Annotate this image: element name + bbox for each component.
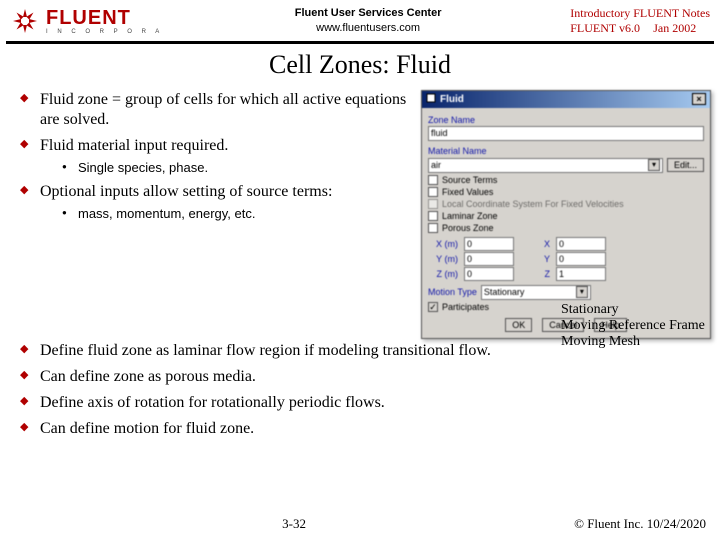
material-value: air	[431, 160, 441, 170]
fluent-logo: FLUENT I N C O R P O R A T E D	[10, 6, 166, 36]
logo-brand-text: FLUENT	[46, 7, 131, 29]
dialog-titlebar[interactable]: Fluid ×	[422, 91, 710, 108]
dialog-title-text: Fluid	[440, 94, 464, 105]
fluent-logo-mark	[10, 6, 40, 36]
zr-input[interactable]	[556, 267, 606, 281]
origin-axis-grid: X (m) X Y (m) Y Z (m) Z	[428, 237, 704, 281]
chevron-down-icon: ▾	[576, 286, 588, 298]
porous-zone-checkbox[interactable]: Porous Zone	[428, 223, 704, 233]
bullet-4: Define fluid zone as laminar flow region…	[10, 341, 710, 361]
local-coord-label: Local Coordinate System For Fixed Veloci…	[442, 199, 624, 209]
motion-type-label: Motion Type	[428, 287, 477, 297]
ok-button[interactable]: OK	[505, 318, 532, 332]
header-right: Introductory FLUENT Notes FLUENT v6.0 Ja…	[570, 6, 710, 36]
yr-input[interactable]	[556, 252, 606, 266]
xr-label: X	[520, 239, 550, 249]
header-right-line1: Introductory FLUENT Notes	[570, 6, 710, 21]
laminar-zone-checkbox[interactable]: Laminar Zone	[428, 211, 704, 221]
slide-title: Cell Zones: Fluid	[0, 50, 720, 80]
header-right-version: FLUENT v6.0	[570, 21, 650, 36]
dialog-title-icon	[426, 93, 436, 106]
slide-text-left: Fluid zone = group of cells for which al…	[10, 90, 415, 339]
zr-label: Z	[520, 269, 550, 279]
material-dropdown[interactable]: air ▾	[428, 158, 663, 173]
popup-item-moving-ref[interactable]: Moving Reference Frame	[561, 318, 705, 334]
y-label: Y (m)	[428, 254, 458, 264]
bullet-3-text: Optional inputs allow setting of source …	[40, 183, 332, 200]
slide-body: Fluid zone = group of cells for which al…	[0, 90, 720, 339]
x-input[interactable]	[464, 237, 514, 251]
zone-name-input[interactable]	[428, 126, 704, 141]
laminar-zone-label: Laminar Zone	[442, 211, 498, 221]
copyright: © Fluent Inc. 10/24/2020	[574, 516, 706, 532]
chevron-down-icon: ▾	[648, 159, 660, 171]
motion-type-dropdown[interactable]: Stationary ▾	[481, 285, 591, 300]
bullet-7: Can define motion for fluid zone.	[10, 419, 710, 439]
close-icon[interactable]: ×	[692, 93, 706, 105]
xr-input[interactable]	[556, 237, 606, 251]
bullet-2-sub-1: Single species, phase.	[60, 160, 415, 176]
y-input[interactable]	[464, 252, 514, 266]
motion-type-value: Stationary	[484, 287, 525, 297]
fluent-logo-text: FLUENT I N C O R P O R A T E D	[46, 6, 166, 36]
x-label: X (m)	[428, 239, 458, 249]
bullet-2: Fluid material input required. Single sp…	[10, 136, 415, 176]
bullet-5: Can define zone as porous media.	[10, 367, 710, 387]
yr-label: Y	[520, 254, 550, 264]
header-rule	[6, 41, 714, 44]
dialog-screenshot: Fluid × Zone Name Material Name air ▾ Ed…	[415, 90, 710, 339]
slide-header: FLUENT I N C O R P O R A T E D Fluent Us…	[0, 0, 720, 41]
bullet-3-sub-1: mass, momentum, energy, etc.	[60, 206, 415, 222]
porous-zone-label: Porous Zone	[442, 223, 494, 233]
header-center-line1: Fluent User Services Center	[166, 6, 570, 21]
participates-label: Participates	[442, 302, 489, 312]
zone-name-label: Zone Name	[428, 115, 704, 125]
edit-button[interactable]: Edit...	[667, 158, 704, 172]
z-input[interactable]	[464, 267, 514, 281]
source-terms-label: Source Terms	[442, 175, 497, 185]
page-number: 3-32	[14, 516, 574, 532]
logo-sub-text: I N C O R P O R A T E D	[46, 29, 166, 35]
bullet-1: Fluid zone = group of cells for which al…	[10, 90, 415, 130]
popup-item-stationary[interactable]: Stationary	[561, 302, 705, 318]
z-label: Z (m)	[428, 269, 458, 279]
fixed-values-label: Fixed Values	[442, 187, 493, 197]
fixed-values-checkbox[interactable]: Fixed Values	[428, 187, 704, 197]
slide-text-lower: Define fluid zone as laminar flow region…	[0, 341, 720, 439]
local-coord-checkbox: Local Coordinate System For Fixed Veloci…	[428, 199, 704, 209]
bullet-3: Optional inputs allow setting of source …	[10, 182, 415, 222]
slide-footer: 3-32 © Fluent Inc. 10/24/2020	[0, 516, 720, 532]
bullet-6: Define axis of rotation for rotationally…	[10, 393, 710, 413]
header-right-date: Jan 2002	[653, 21, 696, 35]
material-name-label: Material Name	[428, 146, 704, 156]
header-center: Fluent User Services Center www.fluentus…	[166, 6, 570, 37]
source-terms-checkbox[interactable]: Source Terms	[428, 175, 704, 185]
bullet-2-text: Fluid material input required.	[40, 137, 228, 154]
header-center-line2: www.fluentusers.com	[166, 21, 570, 36]
